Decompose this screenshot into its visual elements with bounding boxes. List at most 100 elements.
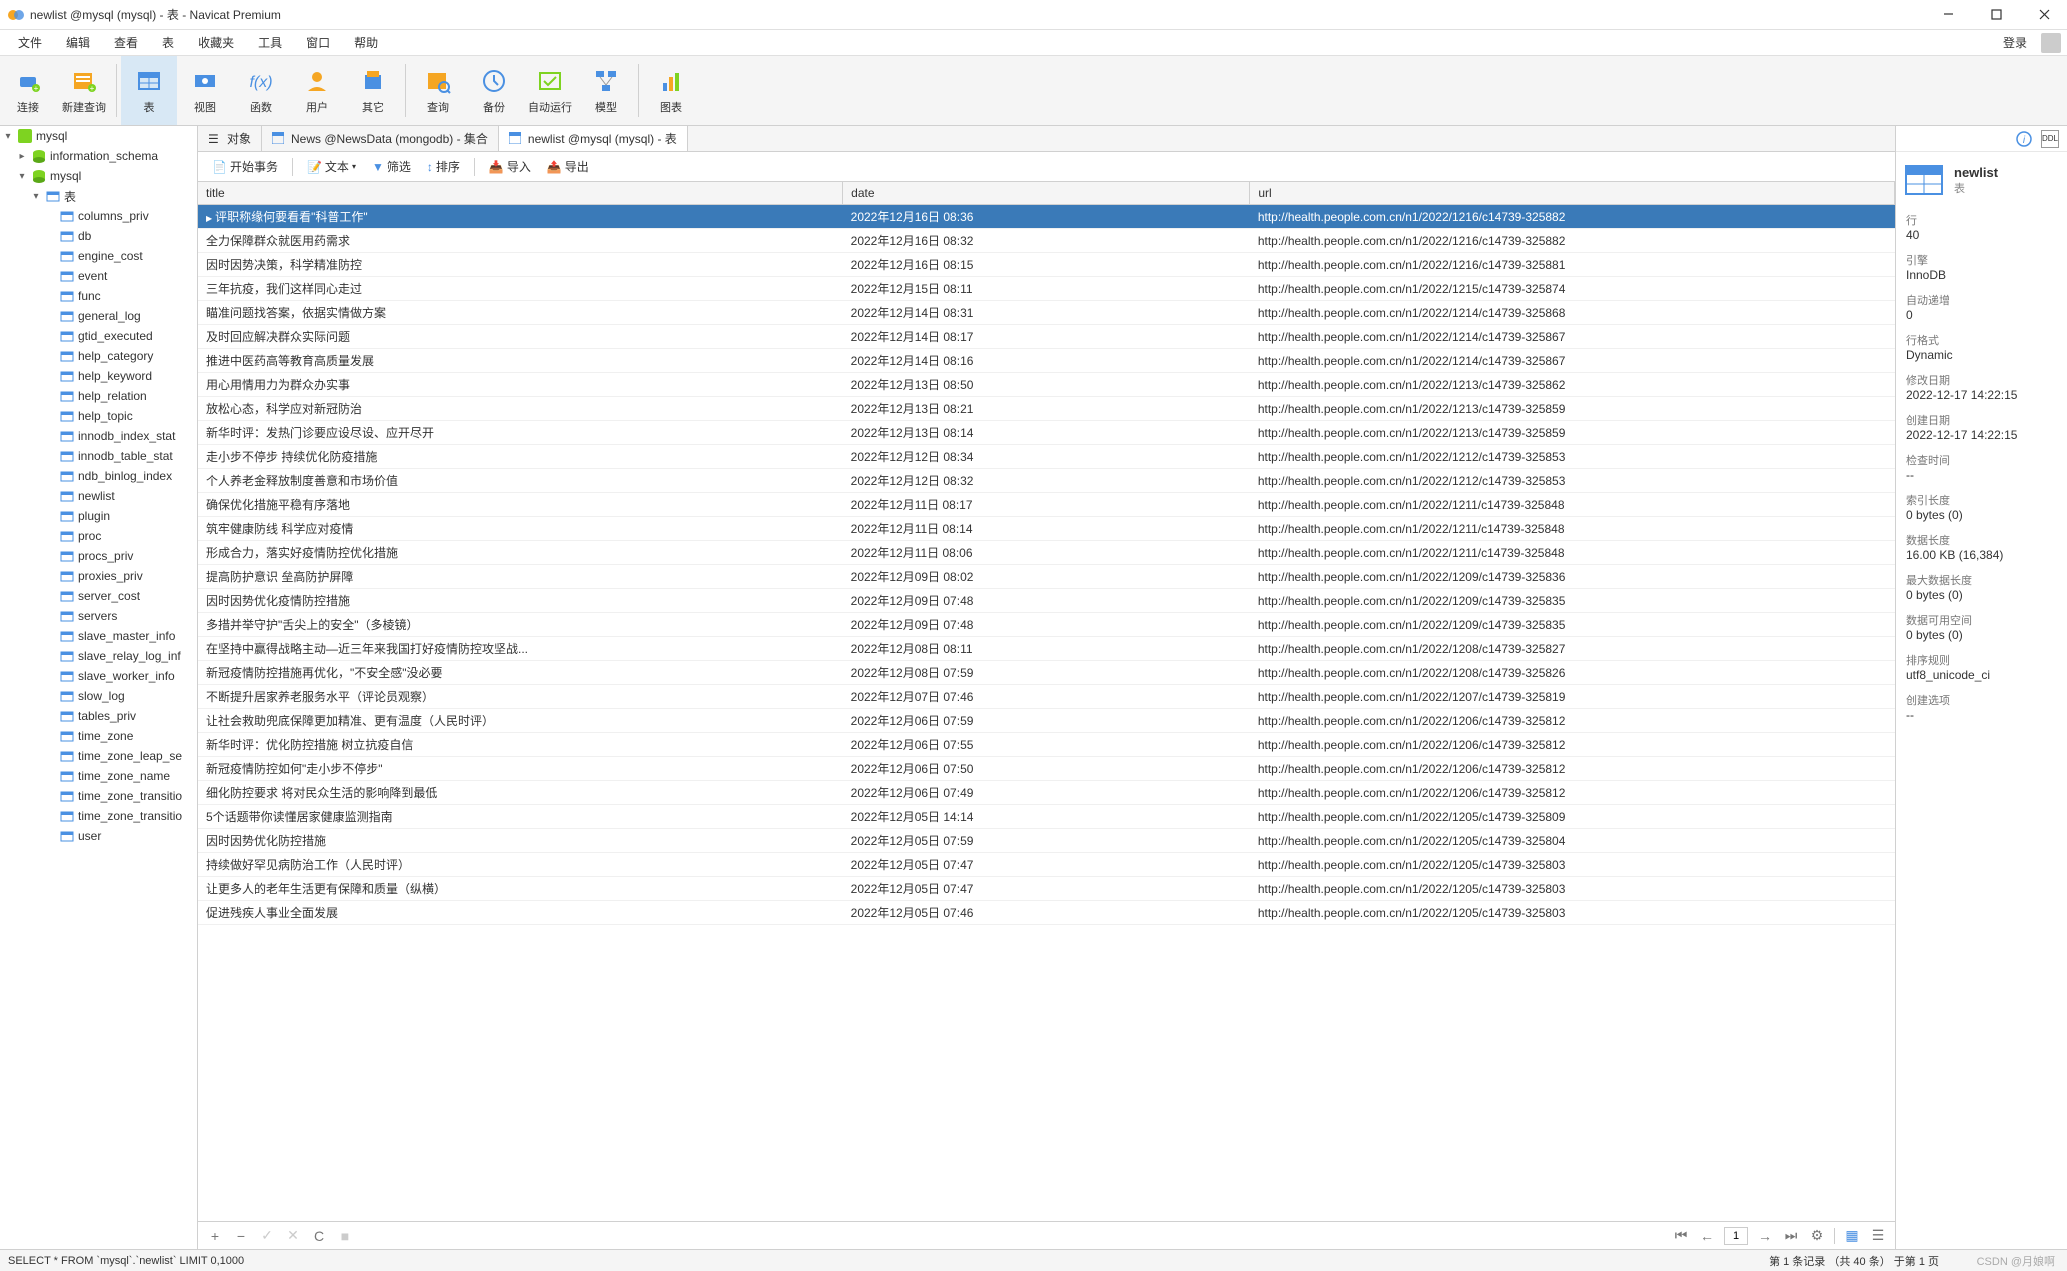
ddl-icon[interactable]: DDL xyxy=(2041,130,2059,148)
tool-query[interactable]: 查询 xyxy=(410,56,466,125)
tool-model[interactable]: 模型 xyxy=(578,56,634,125)
table-row[interactable]: 形成合力，落实好疫情防控优化措施2022年12月11日 08:06http://… xyxy=(198,541,1895,565)
sort-button[interactable]: ↕排序 xyxy=(421,155,466,178)
tree-table-item[interactable]: newlist xyxy=(0,486,197,506)
tree-table-item[interactable]: slow_log xyxy=(0,686,197,706)
menu-file[interactable]: 文件 xyxy=(6,30,54,55)
tool-user[interactable]: 用户 xyxy=(289,56,345,125)
tree-tables-folder[interactable]: ▾表 xyxy=(0,186,197,206)
tree-database[interactable]: ▸information_schema xyxy=(0,146,197,166)
tool-other[interactable]: 其它 xyxy=(345,56,401,125)
table-row[interactable]: 因时因势决策，科学精准防控2022年12月16日 08:15http://hea… xyxy=(198,253,1895,277)
tool-chart[interactable]: 图表 xyxy=(643,56,699,125)
avatar-icon[interactable] xyxy=(2041,33,2061,53)
tree-table-item[interactable]: tables_priv xyxy=(0,706,197,726)
table-row[interactable]: 新华时评：优化防控措施 树立抗疫自信2022年12月06日 07:55http:… xyxy=(198,733,1895,757)
tool-new-query[interactable]: +新建查询 xyxy=(56,56,112,125)
menu-view[interactable]: 查看 xyxy=(102,30,150,55)
tree-table-item[interactable]: slave_relay_log_inf xyxy=(0,646,197,666)
tree-table-item[interactable]: server_cost xyxy=(0,586,197,606)
table-row[interactable]: 瞄准问题找答案，依据实情做方案2022年12月14日 08:31http://h… xyxy=(198,301,1895,325)
minimize-button[interactable] xyxy=(1933,0,1963,30)
tool-view[interactable]: 视图 xyxy=(177,56,233,125)
tree-table-item[interactable]: time_zone_leap_se xyxy=(0,746,197,766)
settings-button[interactable]: ⚙ xyxy=(1808,1227,1826,1245)
tree-table-item[interactable]: help_category xyxy=(0,346,197,366)
table-row[interactable]: 全力保障群众就医用药需求2022年12月16日 08:32http://heal… xyxy=(198,229,1895,253)
tree-table-item[interactable]: time_zone_transitio xyxy=(0,786,197,806)
first-page-button[interactable]: ⏮ xyxy=(1672,1227,1690,1245)
menu-tools[interactable]: 工具 xyxy=(246,30,294,55)
table-row[interactable]: 不断提升居家养老服务水平（评论员观察）2022年12月07日 07:46http… xyxy=(198,685,1895,709)
table-row[interactable]: 持续做好罕见病防治工作（人民时评）2022年12月05日 07:47http:/… xyxy=(198,853,1895,877)
table-row[interactable]: 确保优化措施平稳有序落地2022年12月11日 08:17http://heal… xyxy=(198,493,1895,517)
menu-table[interactable]: 表 xyxy=(150,30,186,55)
table-row[interactable]: 让更多人的老年生活更有保障和质量（纵横）2022年12月05日 07:47htt… xyxy=(198,877,1895,901)
tree-table-item[interactable]: func xyxy=(0,286,197,306)
connection-tree[interactable]: ▾mysql ▸information_schema ▾mysql ▾表 col… xyxy=(0,126,198,1249)
tree-table-item[interactable]: slave_worker_info xyxy=(0,666,197,686)
tree-table-item[interactable]: gtid_executed xyxy=(0,326,197,346)
tree-table-item[interactable]: help_topic xyxy=(0,406,197,426)
close-button[interactable] xyxy=(2029,0,2059,30)
table-row[interactable]: 推进中医药高等教育高质量发展2022年12月14日 08:16http://he… xyxy=(198,349,1895,373)
tree-table-item[interactable]: engine_cost xyxy=(0,246,197,266)
grid-view-button[interactable]: ▦ xyxy=(1843,1227,1861,1245)
table-row[interactable]: 三年抗疫，我们这样同心走过2022年12月15日 08:11http://hea… xyxy=(198,277,1895,301)
data-grid[interactable]: title date url 评职称缘何要看看"科普工作"2022年12月16日… xyxy=(198,182,1895,1221)
table-row[interactable]: 提高防护意识 垒高防护屏障2022年12月09日 08:02http://hea… xyxy=(198,565,1895,589)
refresh-button[interactable]: C xyxy=(310,1227,328,1245)
cancel-button[interactable]: ✕ xyxy=(284,1227,302,1245)
tree-table-item[interactable]: help_keyword xyxy=(0,366,197,386)
import-button[interactable]: 📥导入 xyxy=(483,155,537,178)
table-row[interactable]: 放松心态，科学应对新冠防治2022年12月13日 08:21http://hea… xyxy=(198,397,1895,421)
info-icon[interactable]: i xyxy=(2015,130,2033,148)
table-row[interactable]: 细化防控要求 将对民众生活的影响降到最低2022年12月06日 07:49htt… xyxy=(198,781,1895,805)
add-row-button[interactable]: + xyxy=(206,1227,224,1245)
table-row[interactable]: 及时回应解决群众实际问题2022年12月14日 08:17http://heal… xyxy=(198,325,1895,349)
tree-connection[interactable]: ▾mysql xyxy=(0,126,197,146)
login-button[interactable]: 登录 xyxy=(1995,30,2035,55)
tool-backup[interactable]: 备份 xyxy=(466,56,522,125)
stop-button[interactable]: ■ xyxy=(336,1227,354,1245)
filter-button[interactable]: ▼筛选 xyxy=(366,155,417,178)
tree-table-item[interactable]: innodb_index_stat xyxy=(0,426,197,446)
menu-favorites[interactable]: 收藏夹 xyxy=(186,30,246,55)
confirm-button[interactable]: ✓ xyxy=(258,1227,276,1245)
export-button[interactable]: 📤导出 xyxy=(541,155,595,178)
page-input[interactable] xyxy=(1724,1227,1748,1245)
column-header-date[interactable]: date xyxy=(843,182,1250,205)
table-row[interactable]: 走小步不停步 持续优化防疫措施2022年12月12日 08:34http://h… xyxy=(198,445,1895,469)
table-row[interactable]: 促进残疾人事业全面发展2022年12月05日 07:46http://healt… xyxy=(198,901,1895,925)
table-row[interactable]: 新冠疫情防控措施再优化，"不安全感"没必要2022年12月08日 07:59ht… xyxy=(198,661,1895,685)
tool-function[interactable]: f(x)函数 xyxy=(233,56,289,125)
table-row[interactable]: 筑牢健康防线 科学应对疫情2022年12月11日 08:14http://hea… xyxy=(198,517,1895,541)
tree-table-item[interactable]: procs_priv xyxy=(0,546,197,566)
tab-news[interactable]: News @NewsData (mongodb) - 集合 xyxy=(262,126,499,151)
column-header-url[interactable]: url xyxy=(1250,182,1895,205)
tree-table-item[interactable]: user xyxy=(0,826,197,846)
tree-table-item[interactable]: columns_priv xyxy=(0,206,197,226)
table-row[interactable]: 因时因势优化防控措施2022年12月05日 07:59http://health… xyxy=(198,829,1895,853)
last-page-button[interactable]: ⏭ xyxy=(1782,1227,1800,1245)
next-page-button[interactable]: → xyxy=(1756,1227,1774,1245)
tree-table-item[interactable]: event xyxy=(0,266,197,286)
table-row[interactable]: 让社会救助兜底保障更加精准、更有温度（人民时评）2022年12月06日 07:5… xyxy=(198,709,1895,733)
table-row[interactable]: 多措并举守护"舌尖上的安全"（多棱镜）2022年12月09日 07:48http… xyxy=(198,613,1895,637)
tree-table-item[interactable]: slave_master_info xyxy=(0,626,197,646)
column-header-title[interactable]: title xyxy=(198,182,843,205)
tree-database[interactable]: ▾mysql xyxy=(0,166,197,186)
begin-transaction-button[interactable]: 📄开始事务 xyxy=(206,155,284,178)
tree-table-item[interactable]: innodb_table_stat xyxy=(0,446,197,466)
tree-table-item[interactable]: general_log xyxy=(0,306,197,326)
tree-table-item[interactable]: help_relation xyxy=(0,386,197,406)
maximize-button[interactable] xyxy=(1981,0,2011,30)
tree-table-item[interactable]: plugin xyxy=(0,506,197,526)
tab-objects[interactable]: ☰对象 xyxy=(198,126,262,151)
menu-window[interactable]: 窗口 xyxy=(294,30,342,55)
tree-table-item[interactable]: time_zone_transitio xyxy=(0,806,197,826)
tree-table-item[interactable]: time_zone_name xyxy=(0,766,197,786)
table-row[interactable]: 新冠疫情防控如何"走小步不停步"2022年12月06日 07:50http://… xyxy=(198,757,1895,781)
table-row[interactable]: 个人养老金释放制度善意和市场价值2022年12月12日 08:32http://… xyxy=(198,469,1895,493)
prev-page-button[interactable]: ← xyxy=(1698,1227,1716,1245)
